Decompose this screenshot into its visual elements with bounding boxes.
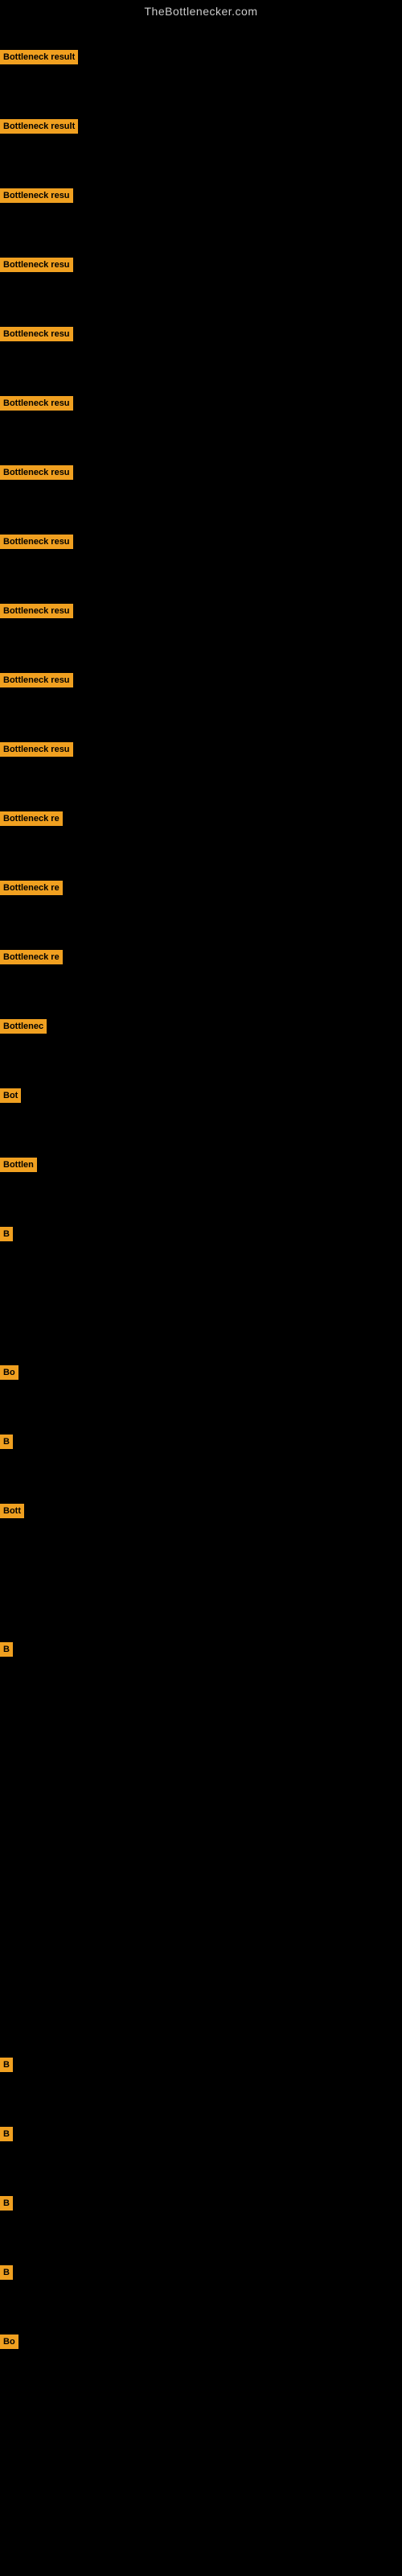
bottleneck-bar-21: Bott (0, 1504, 24, 1518)
bar-label-16: Bot (0, 1088, 21, 1103)
bar-label-3: Bottleneck resu (0, 188, 73, 203)
bar-label-18: B (0, 1227, 13, 1241)
bottleneck-bar-12: Bottleneck re (0, 811, 63, 826)
bar-label-11: Bottleneck resu (0, 742, 73, 757)
bottleneck-bar-4: Bottleneck resu (0, 258, 73, 272)
bottleneck-bar-25: B (0, 2196, 13, 2211)
bar-label-6: Bottleneck resu (0, 396, 73, 411)
bottleneck-bar-6: Bottleneck resu (0, 396, 73, 411)
bottleneck-bar-7: Bottleneck resu (0, 465, 73, 480)
bar-label-8: Bottleneck resu (0, 535, 73, 549)
bottleneck-bar-26: B (0, 2265, 13, 2280)
bottleneck-bar-23: B (0, 2058, 13, 2072)
bar-label-15: Bottlenec (0, 1019, 47, 1034)
bottleneck-bar-20: B (0, 1435, 13, 1449)
bottleneck-bar-5: Bottleneck resu (0, 327, 73, 341)
bottleneck-bar-27: Bo (0, 2334, 18, 2349)
bottleneck-bar-3: Bottleneck resu (0, 188, 73, 203)
bottleneck-bar-16: Bot (0, 1088, 21, 1103)
bottleneck-bar-2: Bottleneck result (0, 119, 78, 134)
bottleneck-bar-1: Bottleneck result (0, 50, 78, 64)
bottleneck-bar-10: Bottleneck resu (0, 673, 73, 687)
bar-label-10: Bottleneck resu (0, 673, 73, 687)
bottleneck-bar-8: Bottleneck resu (0, 535, 73, 549)
bar-label-9: Bottleneck resu (0, 604, 73, 618)
bottleneck-bar-24: B (0, 2127, 13, 2141)
bar-label-4: Bottleneck resu (0, 258, 73, 272)
bar-label-7: Bottleneck resu (0, 465, 73, 480)
bar-label-5: Bottleneck resu (0, 327, 73, 341)
bottleneck-bar-9: Bottleneck resu (0, 604, 73, 618)
bottleneck-bar-22: B (0, 1642, 13, 1657)
bar-label-23: B (0, 2058, 13, 2072)
bottleneck-bar-11: Bottleneck resu (0, 742, 73, 757)
bar-label-21: Bott (0, 1504, 24, 1518)
bottleneck-bar-17: Bottlen (0, 1158, 37, 1172)
bar-label-14: Bottleneck re (0, 950, 63, 964)
bar-label-26: B (0, 2265, 13, 2280)
bar-label-19: Bo (0, 1365, 18, 1380)
bar-label-24: B (0, 2127, 13, 2141)
bar-label-20: B (0, 1435, 13, 1449)
bar-label-13: Bottleneck re (0, 881, 63, 895)
bottleneck-bar-15: Bottlenec (0, 1019, 47, 1034)
bottleneck-bar-18: B (0, 1227, 13, 1241)
bottleneck-bar-19: Bo (0, 1365, 18, 1380)
bottleneck-bar-13: Bottleneck re (0, 881, 63, 895)
bar-label-1: Bottleneck result (0, 50, 78, 64)
bar-label-2: Bottleneck result (0, 119, 78, 134)
bar-label-17: Bottlen (0, 1158, 37, 1172)
bar-label-12: Bottleneck re (0, 811, 63, 826)
bar-label-27: Bo (0, 2334, 18, 2349)
site-title: TheBottlenecker.com (0, 0, 402, 21)
bar-label-25: B (0, 2196, 13, 2211)
bar-label-22: B (0, 1642, 13, 1657)
bottleneck-bar-14: Bottleneck re (0, 950, 63, 964)
